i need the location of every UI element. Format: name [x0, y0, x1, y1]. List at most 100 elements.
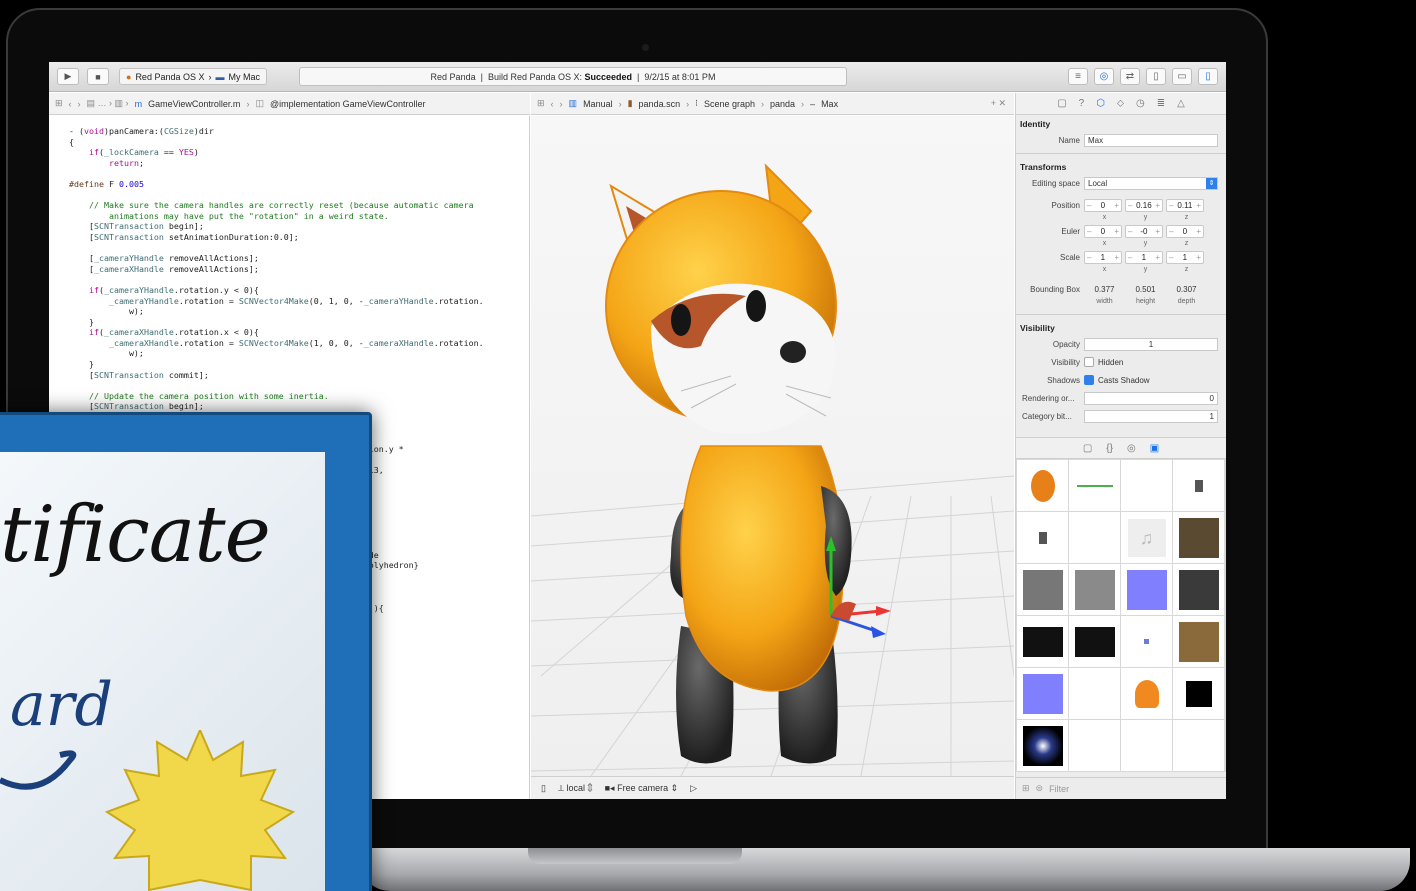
- media-library-icon[interactable]: ▣: [1150, 443, 1159, 454]
- category-bitmask-field[interactable]: 1: [1084, 409, 1218, 423]
- euler-z[interactable]: –0 +: [1166, 224, 1204, 238]
- scale-z[interactable]: –1 +: [1166, 250, 1204, 264]
- run-button[interactable]: ▶: [57, 68, 79, 85]
- filter-input[interactable]: Filter: [1049, 784, 1069, 794]
- add-editor-icon[interactable]: + ✕: [991, 98, 1014, 109]
- navigator-toggle-icon[interactable]: ▯: [1146, 68, 1166, 85]
- code-line[interactable]: }: [69, 317, 529, 328]
- editing-space-select[interactable]: Local ⇕: [1084, 176, 1218, 190]
- code-line[interactable]: if(_cameraYHandle.rotation.y < 0){: [69, 285, 529, 296]
- material-inspector-icon[interactable]: ◷: [1136, 98, 1145, 109]
- show-scene-graph-icon[interactable]: ▯: [541, 783, 546, 794]
- code-line[interactable]: {: [69, 137, 529, 148]
- code-line[interactable]: [SCNTransaction setAnimationDuration:0.0…: [69, 232, 529, 243]
- related-items-icon[interactable]: ⊞: [537, 98, 545, 109]
- euler-x[interactable]: –0 +: [1084, 224, 1122, 238]
- debug-area-toggle-icon[interactable]: ▭: [1172, 68, 1192, 85]
- project-icon[interactable]: ▤ … › ▥ ›: [87, 98, 129, 109]
- code-symbol[interactable]: @implementation GameViewController: [270, 99, 426, 109]
- code-line[interactable]: if(_lockCamera == YES): [69, 147, 529, 158]
- scene-inspector-icon[interactable]: △: [1177, 98, 1185, 109]
- code-line[interactable]: // Update the camera position with some …: [69, 391, 529, 402]
- code-line[interactable]: // Make sure the camera handles are corr…: [69, 200, 529, 211]
- library-item[interactable]: [1173, 668, 1224, 719]
- back-icon[interactable]: ‹: [551, 99, 554, 109]
- library-item[interactable]: [1069, 512, 1120, 563]
- code-line[interactable]: [69, 274, 529, 285]
- library-item[interactable]: [1121, 668, 1172, 719]
- library-item[interactable]: [1121, 564, 1172, 615]
- library-item[interactable]: [1121, 616, 1172, 667]
- position-x[interactable]: –0 +: [1084, 198, 1122, 212]
- code-line[interactable]: [_cameraYHandle removeAllActions];: [69, 253, 529, 264]
- file-inspector-icon[interactable]: ▢: [1057, 98, 1066, 109]
- name-field[interactable]: Max: [1084, 133, 1218, 147]
- code-line[interactable]: [_cameraXHandle removeAllActions];: [69, 264, 529, 275]
- code-line[interactable]: if(_cameraXHandle.rotation.x < 0){: [69, 327, 529, 338]
- scale-y[interactable]: –1 +: [1125, 250, 1163, 264]
- library-item[interactable]: [1069, 720, 1120, 771]
- library-item[interactable]: [1069, 564, 1120, 615]
- rendering-order-field[interactable]: 0: [1084, 391, 1218, 405]
- standard-editor-icon[interactable]: ≡: [1068, 68, 1088, 85]
- library-item[interactable]: [1121, 460, 1172, 511]
- library-item[interactable]: [1121, 720, 1172, 771]
- assistant-editor-icon[interactable]: ◎: [1094, 68, 1114, 85]
- forward-icon[interactable]: ›: [78, 99, 81, 109]
- library-item[interactable]: [1017, 668, 1068, 719]
- related-items-icon[interactable]: ⊞: [55, 98, 63, 109]
- code-line[interactable]: #define F 0.005: [69, 179, 529, 190]
- version-editor-icon[interactable]: ⇄: [1120, 68, 1140, 85]
- library-item[interactable]: [1173, 616, 1224, 667]
- library-item[interactable]: [1069, 668, 1120, 719]
- opacity-slider[interactable]: 1: [1084, 337, 1218, 351]
- code-line[interactable]: [69, 380, 529, 391]
- library-item[interactable]: [1173, 512, 1224, 563]
- node-inspector-icon[interactable]: ⬡: [1096, 98, 1105, 109]
- library-item[interactable]: [1017, 616, 1068, 667]
- code-line[interactable]: [69, 243, 529, 254]
- code-line[interactable]: w);: [69, 306, 529, 317]
- stop-button[interactable]: ■: [87, 68, 109, 85]
- physics-inspector-icon[interactable]: ≣: [1157, 98, 1165, 109]
- scene-leaf[interactable]: Max: [821, 99, 838, 109]
- code-line[interactable]: [69, 168, 529, 179]
- code-line[interactable]: return;: [69, 158, 529, 169]
- back-icon[interactable]: ‹: [69, 99, 72, 109]
- library-item[interactable]: [1017, 564, 1068, 615]
- code-line[interactable]: [69, 190, 529, 201]
- attributes-inspector-icon[interactable]: ⬦: [1117, 98, 1124, 109]
- scene-file-name[interactable]: panda.scn: [639, 99, 681, 109]
- play-icon[interactable]: ▷: [690, 783, 697, 794]
- hidden-checkbox[interactable]: [1084, 357, 1094, 367]
- euler-y[interactable]: – -0 +: [1125, 224, 1163, 238]
- code-line[interactable]: [SCNTransaction begin];: [69, 401, 529, 412]
- scene-graph-label[interactable]: Scene graph: [704, 99, 755, 109]
- scene-node[interactable]: panda: [770, 99, 795, 109]
- library-item[interactable]: [1173, 720, 1224, 771]
- forward-icon[interactable]: ›: [560, 99, 563, 109]
- code-snippet-icon[interactable]: {}: [1106, 443, 1113, 454]
- library-item[interactable]: [1173, 460, 1224, 511]
- library-item[interactable]: ♫: [1121, 512, 1172, 563]
- library-item[interactable]: [1017, 512, 1068, 563]
- camera-selector[interactable]: ■◂ Free camera ⇕: [605, 783, 679, 794]
- grid-view-icon[interactable]: ⊞: [1022, 783, 1030, 794]
- code-line[interactable]: [SCNTransaction begin];: [69, 221, 529, 232]
- library-item[interactable]: [1069, 616, 1120, 667]
- code-line[interactable]: }: [69, 359, 529, 370]
- library-item[interactable]: [1017, 460, 1068, 511]
- position-z[interactable]: –0.11 +: [1166, 198, 1204, 212]
- file-template-icon[interactable]: ▢: [1083, 443, 1092, 454]
- local-space-selector[interactable]: ⟂ local ⇕: [558, 783, 593, 794]
- quick-help-icon[interactable]: ?: [1079, 98, 1085, 109]
- object-library-icon[interactable]: ◎: [1127, 443, 1136, 454]
- scene-view[interactable]: [531, 116, 1014, 776]
- code-line[interactable]: - (void)panCamera:(CGSize)dir: [69, 126, 529, 137]
- library-item[interactable]: [1069, 460, 1120, 511]
- code-line[interactable]: w);: [69, 348, 529, 359]
- position-y[interactable]: –0.16 +: [1125, 198, 1163, 212]
- code-file-name[interactable]: GameViewController.m: [148, 99, 240, 109]
- utilities-toggle-icon[interactable]: ▯: [1198, 68, 1218, 85]
- casts-shadow-checkbox[interactable]: [1084, 375, 1094, 385]
